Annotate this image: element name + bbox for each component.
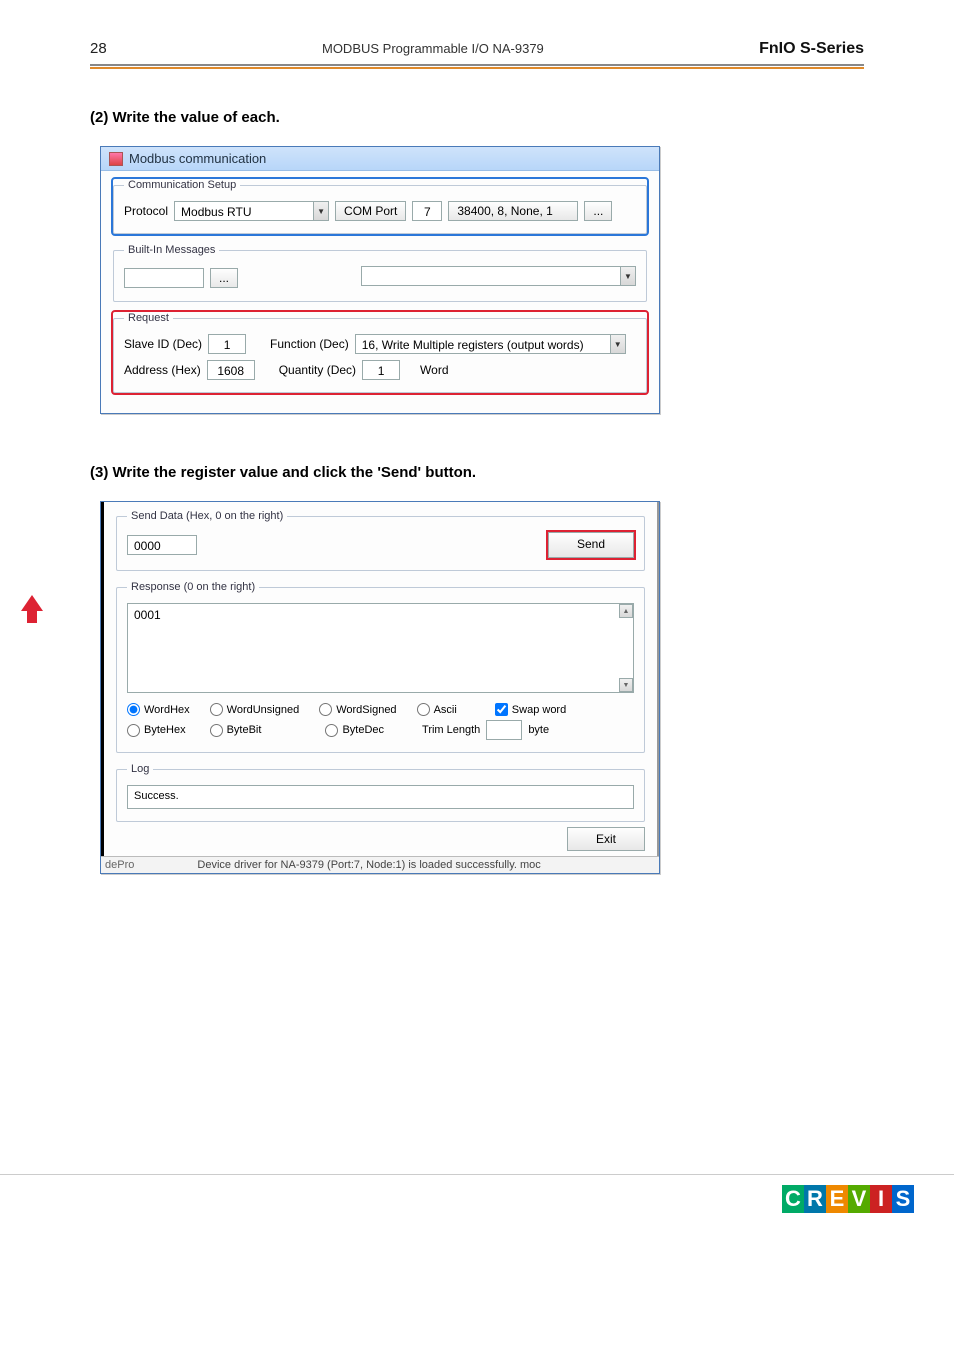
header-center: MODBUS Programmable I/O NA-9379 <box>107 41 759 56</box>
radio-wordunsigned[interactable]: WordUnsigned <box>210 703 300 716</box>
builtin-dots-button[interactable]: ... <box>210 268 238 288</box>
step2-title: (2) Write the value of each. <box>90 109 864 126</box>
quantity-input[interactable]: 1 <box>362 360 400 380</box>
modbus-comm-window: Modbus communication Communication Setup… <box>100 146 660 414</box>
slave-id-input[interactable]: 1 <box>208 334 246 354</box>
page-number: 28 <box>90 40 107 57</box>
protocol-label: Protocol <box>124 204 168 218</box>
protocol-dropdown[interactable]: Modbus RTU <box>174 201 314 221</box>
radio-bytedec[interactable]: ByteDec <box>325 724 384 737</box>
status-left: dePro <box>105 859 134 871</box>
send-data-input[interactable]: 0000 <box>127 535 197 555</box>
step3-title: (3) Write the register value and click t… <box>90 464 864 481</box>
status-message: Device driver for NA-9379 (Port:7, Node:… <box>197 859 540 871</box>
status-bar: dePro Device driver for NA-9379 (Port:7,… <box>101 856 659 873</box>
trim-length-label: Trim Length <box>422 724 480 736</box>
send-button[interactable]: Send <box>548 532 634 558</box>
builtin-messages-fieldset: Built-In Messages ... ▼ <box>113 244 647 302</box>
radio-bytehex[interactable]: ByteHex <box>127 724 186 737</box>
communication-setup-fieldset: Communication Setup Protocol Modbus RTU▼… <box>113 179 647 234</box>
response-textarea[interactable]: 0001 ▲ ▼ <box>127 603 634 693</box>
request-fieldset: Request Slave ID (Dec) 1 Function (Dec) … <box>113 312 647 393</box>
dots-button[interactable]: ... <box>584 201 612 221</box>
up-arrow-icon <box>21 595 43 625</box>
trim-suffix: byte <box>528 724 549 736</box>
request-legend: Request <box>124 312 173 324</box>
comport-button[interactable]: COM Port <box>335 201 406 221</box>
header-right: FnIO S-Series <box>759 40 864 58</box>
radio-wordsigned[interactable]: WordSigned <box>319 703 396 716</box>
log-fieldset: Log Success. <box>116 763 645 822</box>
app-icon <box>109 152 123 166</box>
send-legend: Send Data (Hex, 0 on the right) <box>127 510 287 522</box>
radio-bytebit[interactable]: ByteBit <box>210 724 262 737</box>
quantity-unit: Word <box>420 363 448 377</box>
exit-button[interactable]: Exit <box>567 827 645 851</box>
log-textarea: Success. <box>127 785 634 809</box>
address-label: Address (Hex) <box>124 363 201 377</box>
address-input[interactable]: 1608 <box>207 360 255 380</box>
chevron-down-icon[interactable]: ▼ <box>610 334 626 354</box>
response-fieldset: Response (0 on the right) 0001 ▲ ▼ WordH… <box>116 581 645 753</box>
send-data-fieldset: Send Data (Hex, 0 on the right) 0000 Sen… <box>116 510 645 571</box>
checkbox-swap-word[interactable]: Swap word <box>495 703 566 716</box>
window-title: Modbus communication <box>129 151 266 166</box>
scroll-down-icon[interactable]: ▼ <box>619 678 633 692</box>
trim-length-input[interactable] <box>486 720 522 740</box>
log-legend: Log <box>127 763 153 775</box>
comm-setup-legend: Communication Setup <box>124 179 240 191</box>
send-dialog: Send Data (Hex, 0 on the right) 0000 Sen… <box>100 501 660 874</box>
quantity-label: Quantity (Dec) <box>279 363 356 377</box>
header-accent <box>90 67 864 69</box>
radio-wordhex[interactable]: WordHex <box>127 703 190 716</box>
scroll-up-icon[interactable]: ▲ <box>619 604 633 618</box>
response-value: 0001 <box>134 608 161 622</box>
crevis-logo: CREVIS <box>782 1185 914 1213</box>
baud-button[interactable]: 38400, 8, None, 1 <box>448 201 578 221</box>
radio-ascii[interactable]: Ascii <box>417 703 457 716</box>
comport-value[interactable]: 7 <box>412 201 442 221</box>
builtin-input[interactable] <box>124 268 204 288</box>
header-rule <box>90 64 864 66</box>
slave-id-label: Slave ID (Dec) <box>124 337 202 351</box>
builtin-dropdown[interactable] <box>361 266 621 286</box>
function-dropdown[interactable]: 16, Write Multiple registers (output wor… <box>355 334 611 354</box>
chevron-down-icon[interactable]: ▼ <box>313 201 329 221</box>
builtin-legend: Built-In Messages <box>124 244 219 256</box>
chevron-down-icon[interactable]: ▼ <box>620 266 636 286</box>
function-label: Function (Dec) <box>270 337 349 351</box>
response-legend: Response (0 on the right) <box>127 581 259 593</box>
